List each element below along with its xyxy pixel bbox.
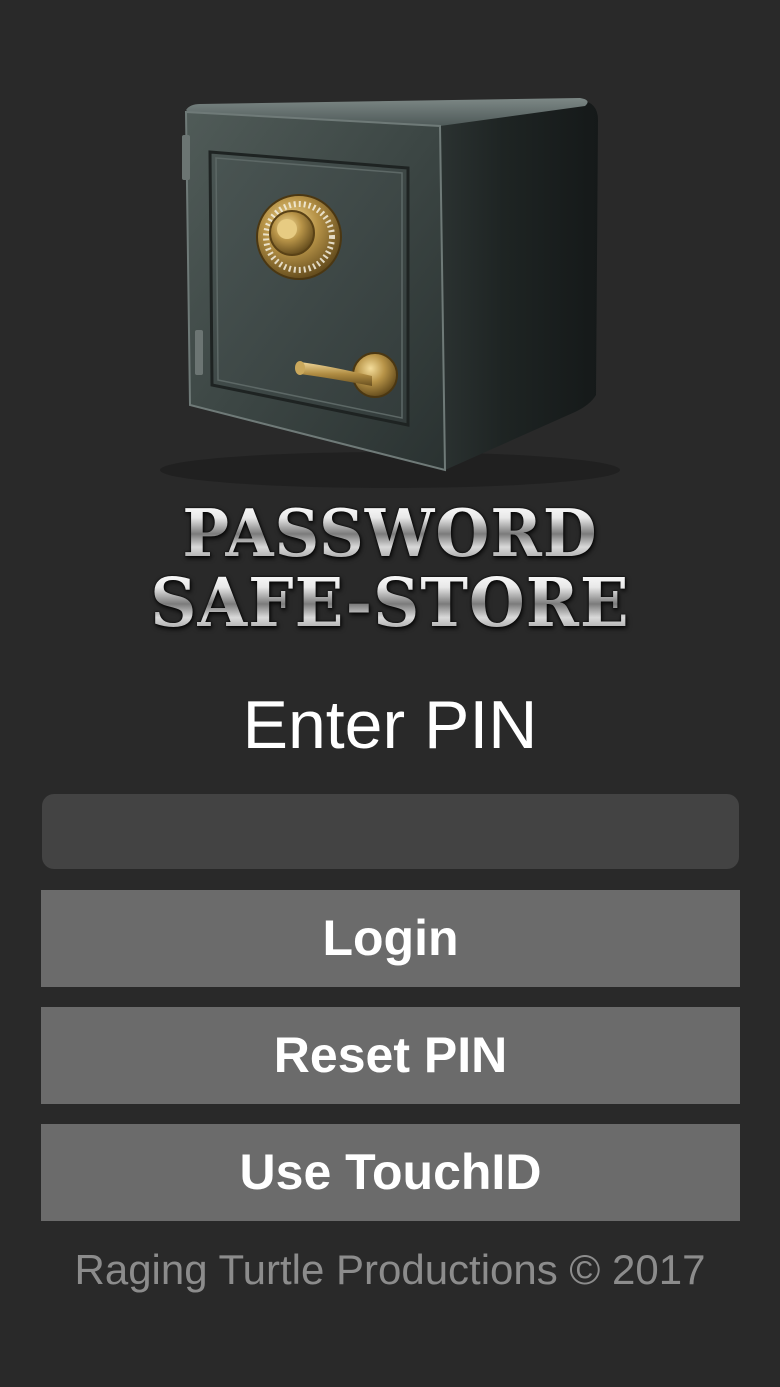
use-touchid-button[interactable]: Use TouchID <box>41 1124 740 1221</box>
logo-title-line-2: SAFE-STORE <box>0 570 780 637</box>
login-button[interactable]: Login <box>41 890 740 987</box>
enter-pin-heading: Enter PIN <box>242 687 538 763</box>
app-logo: PASSWORD SAFE-STORE <box>0 0 780 660</box>
reset-pin-button[interactable]: Reset PIN <box>41 1007 740 1104</box>
logo-title-line-1: PASSWORD <box>0 501 780 566</box>
footer-copyright: Raging Turtle Productions © 2017 <box>74 1246 706 1293</box>
safe-icon <box>160 98 620 488</box>
pin-input[interactable] <box>42 794 739 869</box>
